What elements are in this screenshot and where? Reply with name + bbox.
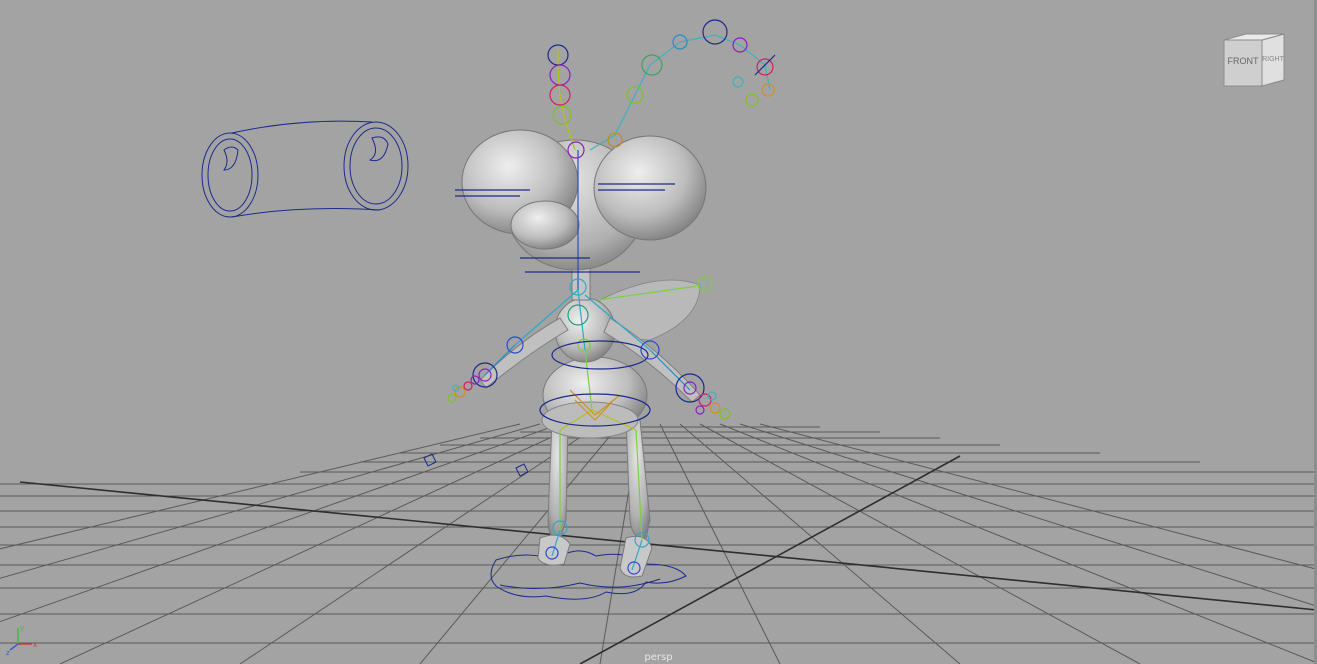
eye-look-at-control-icon[interactable]: [201, 120, 409, 218]
x-axis-label: x: [33, 641, 37, 649]
viewcube[interactable]: FRONT RIGHT: [1222, 32, 1288, 88]
axis-gizmo: y x z: [6, 624, 37, 656]
y-axis-label: y: [20, 624, 24, 632]
grid-floor: [0, 423, 1317, 664]
z-axis-line: [9, 643, 19, 651]
right-hand-controls[interactable]: [695, 391, 731, 420]
viewcube-right-label: RIGHT: [1262, 56, 1285, 63]
character-mesh[interactable]: [461, 129, 707, 578]
scene-canvas[interactable]: [0, 0, 1317, 664]
camera-label: persp: [644, 652, 673, 663]
grid-axis-lines: [19, 455, 1317, 664]
viewport-persp[interactable]: FRONT RIGHT y x z persp: [0, 0, 1317, 664]
viewcube-front-label: FRONT: [1228, 56, 1259, 66]
